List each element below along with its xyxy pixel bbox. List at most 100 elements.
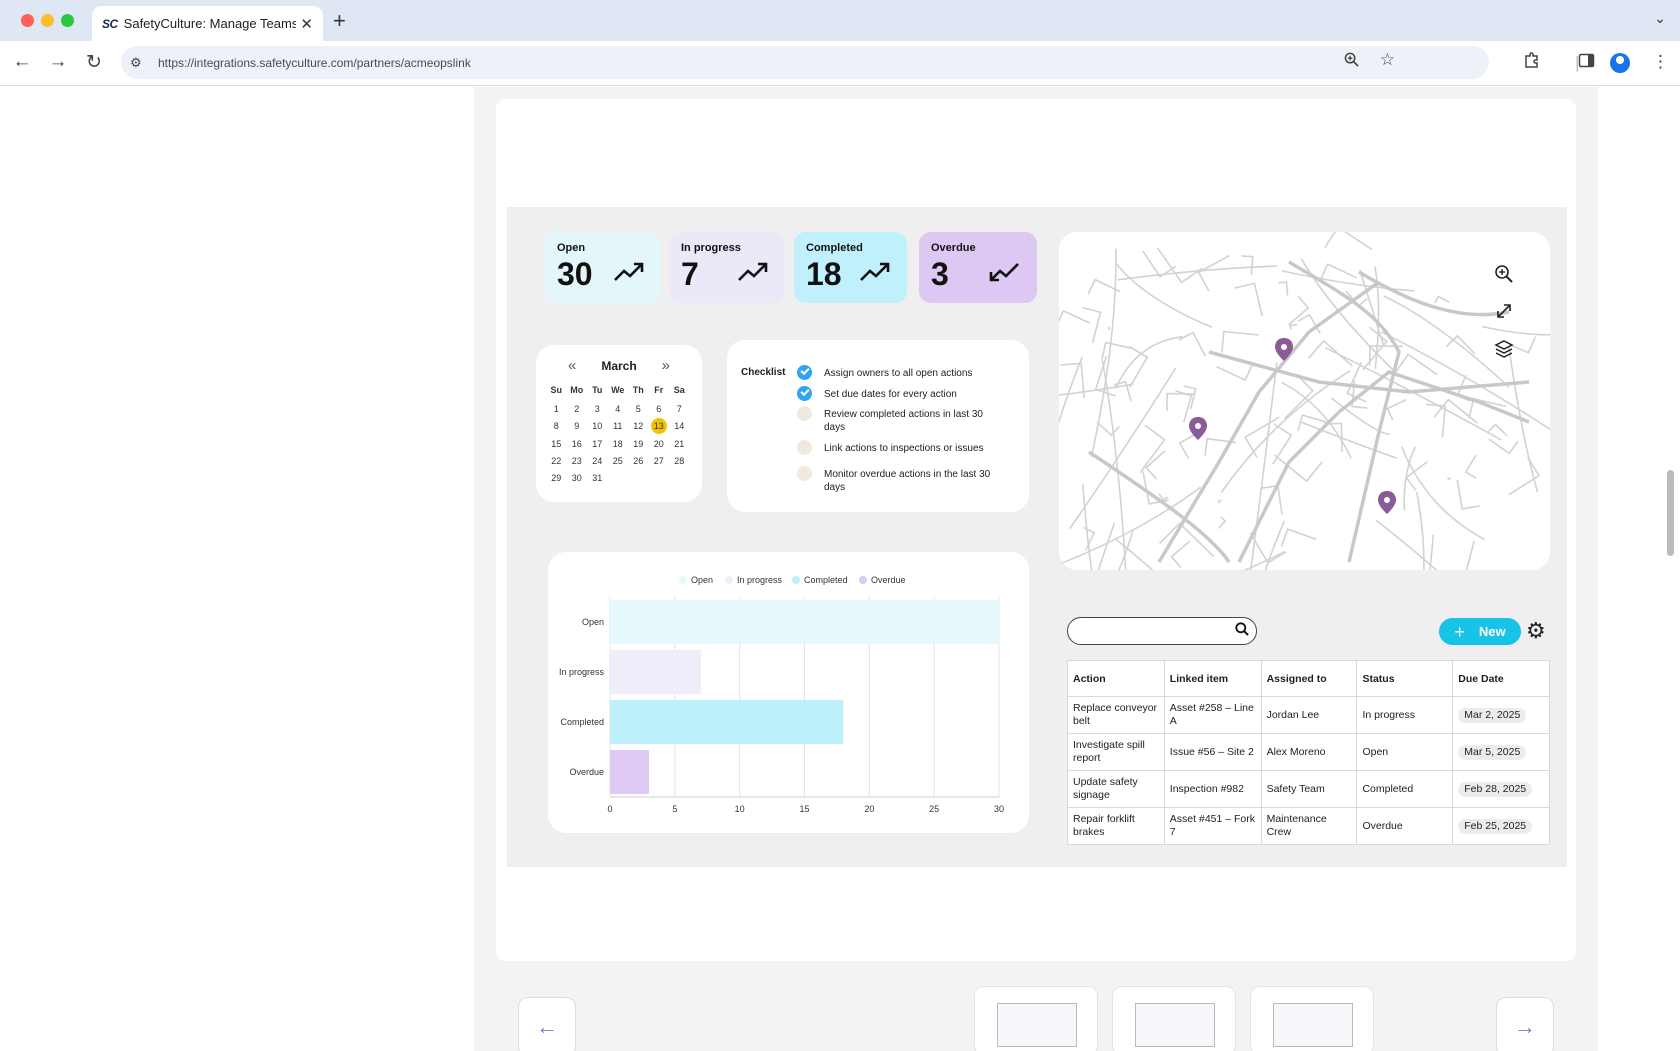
- calendar-day-of-week: We: [611, 385, 625, 395]
- column-header[interactable]: Assigned to: [1260, 660, 1358, 697]
- calendar-day[interactable]: 16: [567, 437, 588, 451]
- chart-bar: [610, 650, 701, 694]
- zoom-icon[interactable]: [1344, 52, 1359, 71]
- checklist-item[interactable]: Monitor overdue actions in the last 30 d…: [797, 466, 994, 494]
- calendar-day[interactable]: 29: [546, 471, 567, 485]
- calendar-day[interactable]: 30: [567, 471, 588, 485]
- minimize-window-button[interactable]: [41, 14, 54, 27]
- calendar-day[interactable]: 20: [649, 437, 670, 451]
- carousel-thumbnail[interactable]: [974, 986, 1098, 1051]
- calendar-day[interactable]: 2: [567, 402, 588, 416]
- site-settings-icon[interactable]: ⚙: [130, 55, 150, 71]
- chart-legend-swatch: [792, 576, 800, 584]
- calendar-day[interactable]: 26: [628, 454, 649, 468]
- reload-icon[interactable]: ↻: [82, 51, 106, 74]
- calendar-day[interactable]: 15: [546, 437, 567, 451]
- extensions-icon[interactable]: [1523, 52, 1540, 74]
- unchecked-circle-icon[interactable]: [797, 406, 812, 421]
- browser-tab[interactable]: SC SafetyCulture: Manage Teams and... ✕: [92, 6, 323, 41]
- new-action-button[interactable]: + New: [1439, 618, 1521, 645]
- carousel-thumbnail[interactable]: [1250, 986, 1374, 1051]
- carousel-thumbnail[interactable]: [1112, 986, 1236, 1051]
- table-cell: Maintenance Crew: [1260, 807, 1358, 845]
- calendar-day[interactable]: 21: [669, 437, 690, 451]
- more-menu-icon[interactable]: ⋮: [1652, 52, 1669, 72]
- forward-arrow-icon[interactable]: →: [46, 51, 70, 73]
- calendar-day[interactable]: 4: [608, 402, 629, 416]
- calendar-day[interactable]: 17: [587, 437, 608, 451]
- calendar-day[interactable]: 1: [546, 402, 567, 416]
- calendar-day[interactable]: 28: [669, 454, 690, 468]
- map-pin-icon[interactable]: [1275, 338, 1293, 361]
- arrow-left-icon: ←: [536, 1014, 558, 1039]
- unchecked-circle-icon[interactable]: [797, 440, 812, 455]
- table-row[interactable]: Replace conveyor belt Asset #258 – Line A…: [1067, 696, 1550, 734]
- back-arrow-icon[interactable]: ←: [10, 51, 34, 73]
- next-month-icon[interactable]: »: [662, 357, 670, 374]
- due-date-badge: Feb 25, 2025: [1458, 818, 1533, 834]
- calendar-day[interactable]: 27: [649, 454, 670, 468]
- search-input[interactable]: [1067, 617, 1257, 645]
- calendar-day-of-week: Su: [550, 385, 562, 395]
- side-panel-icon[interactable]: [1578, 52, 1595, 74]
- carousel-previous-button[interactable]: ←: [518, 997, 576, 1051]
- chart-x-tick-label: 10: [735, 804, 745, 814]
- column-header[interactable]: Action: [1067, 660, 1165, 697]
- due-date-cell: Mar 5, 2025: [1452, 733, 1550, 771]
- calendar-day[interactable]: 3: [587, 402, 608, 416]
- search-icon[interactable]: [1235, 622, 1249, 639]
- calendar-day[interactable]: 7: [669, 402, 690, 416]
- calendar-day-of-week: Mo: [570, 385, 584, 395]
- table-cell: Alex Moreno: [1260, 733, 1358, 771]
- calendar-day[interactable]: 24: [587, 454, 608, 468]
- calendar-day[interactable]: 5: [628, 402, 649, 416]
- street-map[interactable]: [1059, 232, 1550, 570]
- checklist-item[interactable]: Review completed actions in last 30 days: [797, 406, 994, 434]
- column-header[interactable]: Linked item: [1163, 660, 1262, 697]
- table-row[interactable]: Repair forklift brakes Asset #451 – Fork …: [1067, 807, 1550, 845]
- close-window-button[interactable]: [21, 14, 34, 27]
- calendar-day[interactable]: 10: [587, 419, 608, 433]
- profile-avatar[interactable]: [1610, 53, 1630, 73]
- table-row[interactable]: Update safety signage Inspection #982 Safe…: [1067, 770, 1550, 808]
- calendar-day[interactable]: 23: [567, 454, 588, 468]
- calendar-day[interactable]: 6: [649, 402, 670, 416]
- new-tab-icon[interactable]: +: [333, 8, 346, 34]
- calendar-widget: « March » Su Mo Tu We Th Fr Sa 1 2 3 4 5 6 7 8 9 10 11 12 1…: [536, 345, 702, 502]
- calendar-day[interactable]: 14: [669, 419, 690, 433]
- calendar-day[interactable]: 22: [546, 454, 567, 468]
- calendar-day[interactable]: 11: [608, 419, 629, 433]
- calendar-day[interactable]: 19: [628, 437, 649, 451]
- chart-bar: [610, 700, 844, 744]
- checklist-item[interactable]: Link actions to inspections or issues: [797, 440, 994, 455]
- calendar-day[interactable]: 8: [546, 419, 567, 433]
- tab-search-chevron-icon[interactable]: ⌄: [1654, 10, 1666, 27]
- map-widget[interactable]: [1059, 232, 1550, 570]
- carousel-next-button[interactable]: →: [1496, 997, 1554, 1051]
- table-row[interactable]: Investigate spill report Issue #56 – Site…: [1067, 733, 1550, 771]
- unchecked-circle-icon[interactable]: [797, 466, 812, 481]
- calendar-day[interactable]: 18: [608, 437, 629, 451]
- checklist-item[interactable]: Set due dates for every action: [797, 386, 994, 401]
- calendar-day[interactable]: 12: [628, 419, 649, 433]
- maximize-window-button[interactable]: [61, 14, 74, 27]
- address-bar[interactable]: ⚙ https://integrations.safetyculture.com…: [121, 46, 1489, 79]
- column-header[interactable]: Due Date: [1452, 660, 1550, 697]
- chart-legend-label: Open: [691, 575, 713, 585]
- map-pin-icon[interactable]: [1378, 491, 1396, 514]
- calendar-day[interactable]: 25: [608, 454, 629, 468]
- page-scrollbar[interactable]: [1667, 470, 1674, 556]
- table-cell: Issue #56 – Site 2: [1163, 733, 1262, 771]
- chart-y-tick-label: In progress: [559, 667, 605, 677]
- checked-circle-icon[interactable]: [797, 365, 812, 380]
- settings-gear-icon[interactable]: ⚙: [1526, 618, 1546, 644]
- calendar-day[interactable]: 9: [567, 419, 588, 433]
- close-tab-icon[interactable]: ✕: [300, 15, 313, 33]
- map-zoom-in-icon[interactable]: [1495, 265, 1513, 283]
- column-header[interactable]: Status: [1356, 660, 1454, 697]
- checked-circle-icon[interactable]: [797, 386, 812, 401]
- bookmark-star-icon[interactable]: ☆: [1380, 50, 1395, 70]
- checklist-item[interactable]: Assign owners to all open actions: [797, 365, 994, 380]
- calendar-today[interactable]: 13: [650, 418, 667, 434]
- calendar-day[interactable]: 31: [587, 471, 608, 485]
